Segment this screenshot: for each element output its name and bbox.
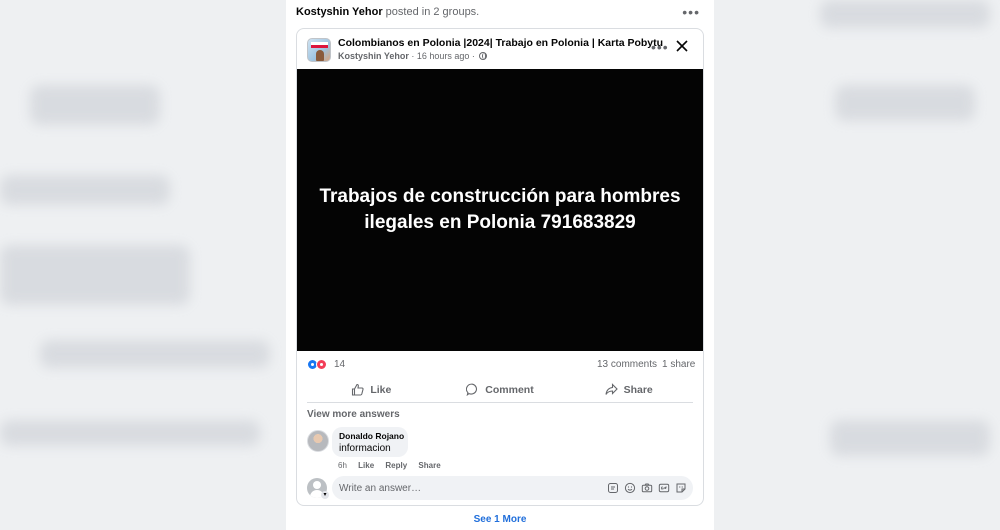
post-media[interactable]: Trabajos de construcción para hombres il… [297, 69, 703, 351]
comment-button[interactable]: Comment [436, 377, 565, 402]
post-author[interactable]: Kostyshin Yehor [338, 51, 409, 61]
share-label: Share [623, 383, 653, 396]
avatar[interactable] [307, 430, 329, 452]
reaction-count[interactable]: 14 [334, 359, 345, 370]
gif-icon[interactable] [658, 482, 670, 494]
chevron-down-icon[interactable]: ▾ [321, 491, 329, 499]
ellipsis-icon[interactable]: ••• [682, 4, 700, 20]
background-blur-block [820, 0, 990, 28]
comment-reply-link[interactable]: Reply [385, 461, 407, 470]
background-blur-block [835, 85, 975, 121]
emoji-icon[interactable] [624, 482, 636, 494]
media-caption: Trabajos de construcción para hombres il… [319, 186, 681, 233]
love-reaction-icon[interactable] [316, 359, 327, 370]
sticker-icon[interactable] [607, 482, 619, 494]
globe-icon [479, 52, 488, 60]
reaction-bar: 14 13 comments 1 share [297, 351, 703, 377]
comment-text: informacion [339, 443, 391, 454]
thumbs-up-icon [352, 383, 364, 396]
comment-label: Comment [485, 383, 534, 396]
reply-toolbar [607, 482, 687, 494]
post-header: Kostyshin Yehor posted in 2 groups. ••• [296, 4, 704, 22]
like-label: Like [370, 383, 392, 396]
share-button[interactable]: Share [564, 377, 693, 402]
background-blur-block [0, 175, 170, 205]
avatar-sticker-icon[interactable] [675, 482, 687, 494]
camera-icon[interactable] [641, 482, 653, 494]
poland-flag-icon [311, 42, 328, 48]
shares-count[interactable]: 1 share [662, 359, 695, 370]
feed-column: Kostyshin Yehor posted in 2 groups. ••• … [286, 0, 714, 530]
post-time[interactable]: · 16 hours ago · [411, 51, 475, 61]
shared-post-card: Colombianos en Polonia |2024| Trabajo en… [296, 28, 704, 506]
close-icon[interactable] [675, 39, 689, 53]
ellipsis-icon[interactable]: ••• [651, 39, 669, 55]
comment-share-link[interactable]: Share [418, 461, 440, 470]
person-icon [316, 50, 324, 61]
view-more-answers[interactable]: View more answers [307, 409, 400, 420]
background-blur-block [0, 420, 260, 446]
poster-name[interactable]: Kostyshin Yehor [296, 6, 383, 18]
background-blur-block [30, 85, 160, 125]
comment-bubble: Donaldo Rojano informacion [332, 427, 408, 457]
comment-icon [466, 383, 478, 396]
card-header: Colombianos en Polonia |2024| Trabajo en… [297, 29, 703, 69]
comment-author[interactable]: Donaldo Rojano [339, 431, 404, 441]
reply-input[interactable] [339, 476, 599, 500]
like-button[interactable]: Like [307, 377, 436, 402]
action-bar: Like Comment Share [307, 377, 693, 403]
background-blur-block [830, 420, 990, 456]
comment-actions: 6h Like Reply Share [338, 461, 450, 470]
post-meta: Kostyshin Yehor · 16 hours ago · [338, 51, 488, 61]
reply-box [332, 476, 693, 500]
comments-count[interactable]: 13 comments [597, 359, 657, 370]
comment-like-link[interactable]: Like [358, 461, 374, 470]
background-blur-block [40, 340, 270, 368]
share-arrow-icon [605, 383, 618, 395]
see-more-link[interactable]: See 1 More [286, 514, 714, 525]
background-blur-block [0, 245, 190, 305]
group-avatar[interactable] [307, 38, 331, 62]
poster-action: posted in 2 groups. [385, 6, 480, 18]
comment-time[interactable]: 6h [338, 461, 347, 470]
group-name[interactable]: Colombianos en Polonia |2024| Trabajo en… [338, 37, 663, 49]
